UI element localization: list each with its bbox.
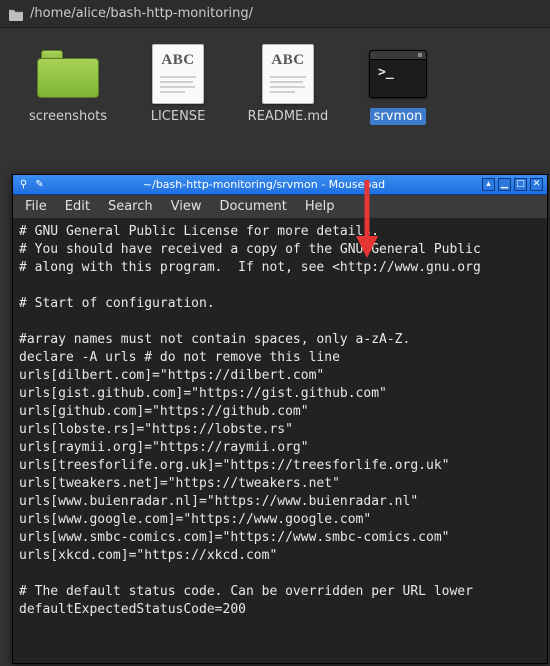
menu-view[interactable]: View xyxy=(163,197,210,216)
folder-icon xyxy=(33,46,103,102)
pin-icon[interactable]: ⚲ xyxy=(17,178,30,191)
file-label: LICENSE xyxy=(147,108,210,125)
menu-document[interactable]: Document xyxy=(211,197,294,216)
app-icon: ✎ xyxy=(33,178,46,191)
file-label: screenshots xyxy=(25,108,111,125)
close-button[interactable]: ✕ xyxy=(530,178,543,191)
menu-file[interactable]: File xyxy=(17,197,55,216)
file-label: srvmon xyxy=(370,108,427,125)
shade-button[interactable]: ▴ xyxy=(482,178,495,191)
maximize-button[interactable]: □ xyxy=(514,178,527,191)
folder-icon xyxy=(8,7,24,21)
editor-text-area[interactable]: # GNU General Public License for more de… xyxy=(13,219,547,663)
file-grid: screenshots ABC LICENSE ABC xyxy=(0,28,550,133)
menu-edit[interactable]: Edit xyxy=(57,197,98,216)
menubar: File Edit Search View Document Help xyxy=(13,195,547,219)
text-file-icon: ABC xyxy=(143,46,213,102)
file-item-license[interactable]: ABC LICENSE xyxy=(132,46,224,125)
file-label: README.md xyxy=(244,108,333,125)
path-bar[interactable]: /home/alice/bash-http-monitoring/ xyxy=(0,0,550,28)
terminal-script-icon: >_ xyxy=(363,46,433,102)
menu-help[interactable]: Help xyxy=(297,197,343,216)
text-file-icon: ABC xyxy=(253,46,323,102)
file-item-readme[interactable]: ABC README.md xyxy=(242,46,334,125)
window-title: ~/bash-http-monitoring/srvmon - Mousepad xyxy=(50,178,478,191)
titlebar[interactable]: ⚲ ✎ ~/bash-http-monitoring/srvmon - Mous… xyxy=(13,175,547,195)
minimize-button[interactable]: ▁ xyxy=(498,178,511,191)
path-text: /home/alice/bash-http-monitoring/ xyxy=(30,6,253,21)
menu-search[interactable]: Search xyxy=(100,197,161,216)
file-item-screenshots[interactable]: screenshots xyxy=(22,46,114,125)
file-item-srvmon[interactable]: >_ srvmon xyxy=(352,46,444,125)
editor-window: ⚲ ✎ ~/bash-http-monitoring/srvmon - Mous… xyxy=(12,174,548,664)
